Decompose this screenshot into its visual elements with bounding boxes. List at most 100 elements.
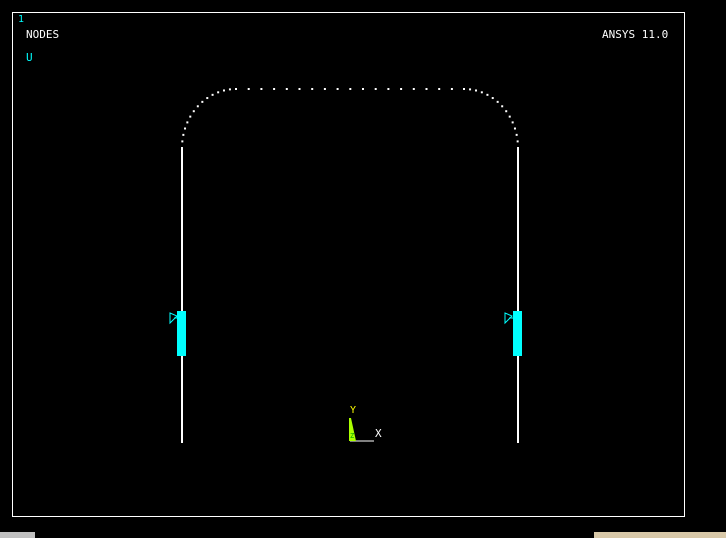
node-point	[517, 235, 519, 237]
node-point	[517, 195, 519, 197]
node-point	[181, 229, 183, 231]
node-point	[181, 201, 183, 203]
node-point	[181, 237, 183, 239]
node-point	[181, 140, 184, 143]
node-point	[181, 263, 183, 265]
node-point	[517, 359, 519, 361]
node-point	[517, 291, 519, 293]
node-point	[475, 89, 478, 92]
node-point	[517, 157, 519, 159]
node-point	[517, 257, 519, 259]
node-point	[517, 289, 519, 291]
node-point	[181, 387, 183, 389]
node-point	[517, 375, 519, 377]
node-point	[181, 217, 183, 219]
node-point	[182, 133, 185, 136]
node-point	[181, 363, 183, 365]
node-point	[211, 93, 214, 96]
model-canvas: Y X Z	[169, 88, 522, 443]
triad-x-label: X	[375, 427, 382, 440]
node-point	[323, 88, 326, 90]
node-point	[517, 409, 519, 411]
node-point	[517, 223, 519, 225]
node-point	[517, 275, 519, 277]
node-point	[517, 171, 519, 173]
node-point	[222, 89, 225, 92]
node-point	[181, 161, 183, 163]
node-point	[374, 88, 377, 90]
node-point	[517, 151, 519, 153]
node-point	[181, 371, 183, 373]
node-point	[517, 297, 519, 299]
node-point	[496, 100, 499, 103]
node-point	[217, 91, 220, 94]
node-point	[517, 277, 519, 279]
node-point	[181, 297, 183, 299]
node-point	[517, 421, 519, 423]
node-point	[517, 179, 519, 181]
node-point	[181, 393, 183, 395]
node-point	[181, 187, 183, 189]
node-point	[181, 293, 183, 295]
node-point	[181, 171, 183, 173]
node-point	[517, 161, 519, 163]
node-point	[517, 199, 519, 201]
node-point	[517, 215, 519, 217]
node-point	[517, 385, 519, 387]
node-point	[517, 293, 519, 295]
node-point	[517, 225, 519, 227]
node-point	[181, 287, 183, 289]
node-point	[181, 407, 183, 409]
node-point	[517, 245, 519, 247]
node-point	[517, 307, 519, 309]
node-point	[517, 367, 519, 369]
node-point	[260, 88, 263, 90]
node-point	[517, 391, 519, 393]
node-point	[181, 275, 183, 277]
node-point	[517, 247, 519, 249]
node-point	[517, 283, 519, 285]
node-point	[181, 235, 183, 237]
node-point	[181, 405, 183, 407]
node-point	[412, 88, 415, 90]
node-point	[201, 100, 204, 103]
node-point	[517, 395, 519, 397]
node-point	[181, 439, 183, 441]
node-point	[517, 295, 519, 297]
node-point	[181, 391, 183, 393]
node-point	[181, 435, 183, 437]
node-point	[181, 375, 183, 377]
node-point	[181, 159, 183, 161]
node-point	[517, 417, 519, 419]
node-point	[196, 105, 199, 108]
node-point	[181, 429, 183, 431]
node-point	[517, 205, 519, 207]
node-point	[517, 271, 519, 273]
node-point	[181, 307, 183, 309]
node-point	[517, 433, 519, 435]
node-point	[181, 257, 183, 259]
node-point	[517, 231, 519, 233]
node-point	[517, 147, 519, 149]
node-point	[517, 427, 519, 429]
node-point	[517, 383, 519, 385]
node-point	[517, 393, 519, 395]
node-point	[181, 253, 183, 255]
node-point	[515, 133, 518, 136]
node-point	[517, 203, 519, 205]
node-point	[517, 175, 519, 177]
node-point	[181, 301, 183, 303]
node-point	[181, 233, 183, 235]
node-point	[181, 381, 183, 383]
node-points	[181, 88, 519, 443]
node-point	[517, 153, 519, 155]
node-point	[181, 183, 183, 185]
node-point	[181, 441, 183, 443]
node-point	[517, 429, 519, 431]
node-point	[181, 383, 183, 385]
node-point	[181, 247, 183, 249]
node-point	[181, 399, 183, 401]
node-point	[517, 267, 519, 269]
node-point	[181, 359, 183, 361]
node-point	[181, 309, 183, 311]
